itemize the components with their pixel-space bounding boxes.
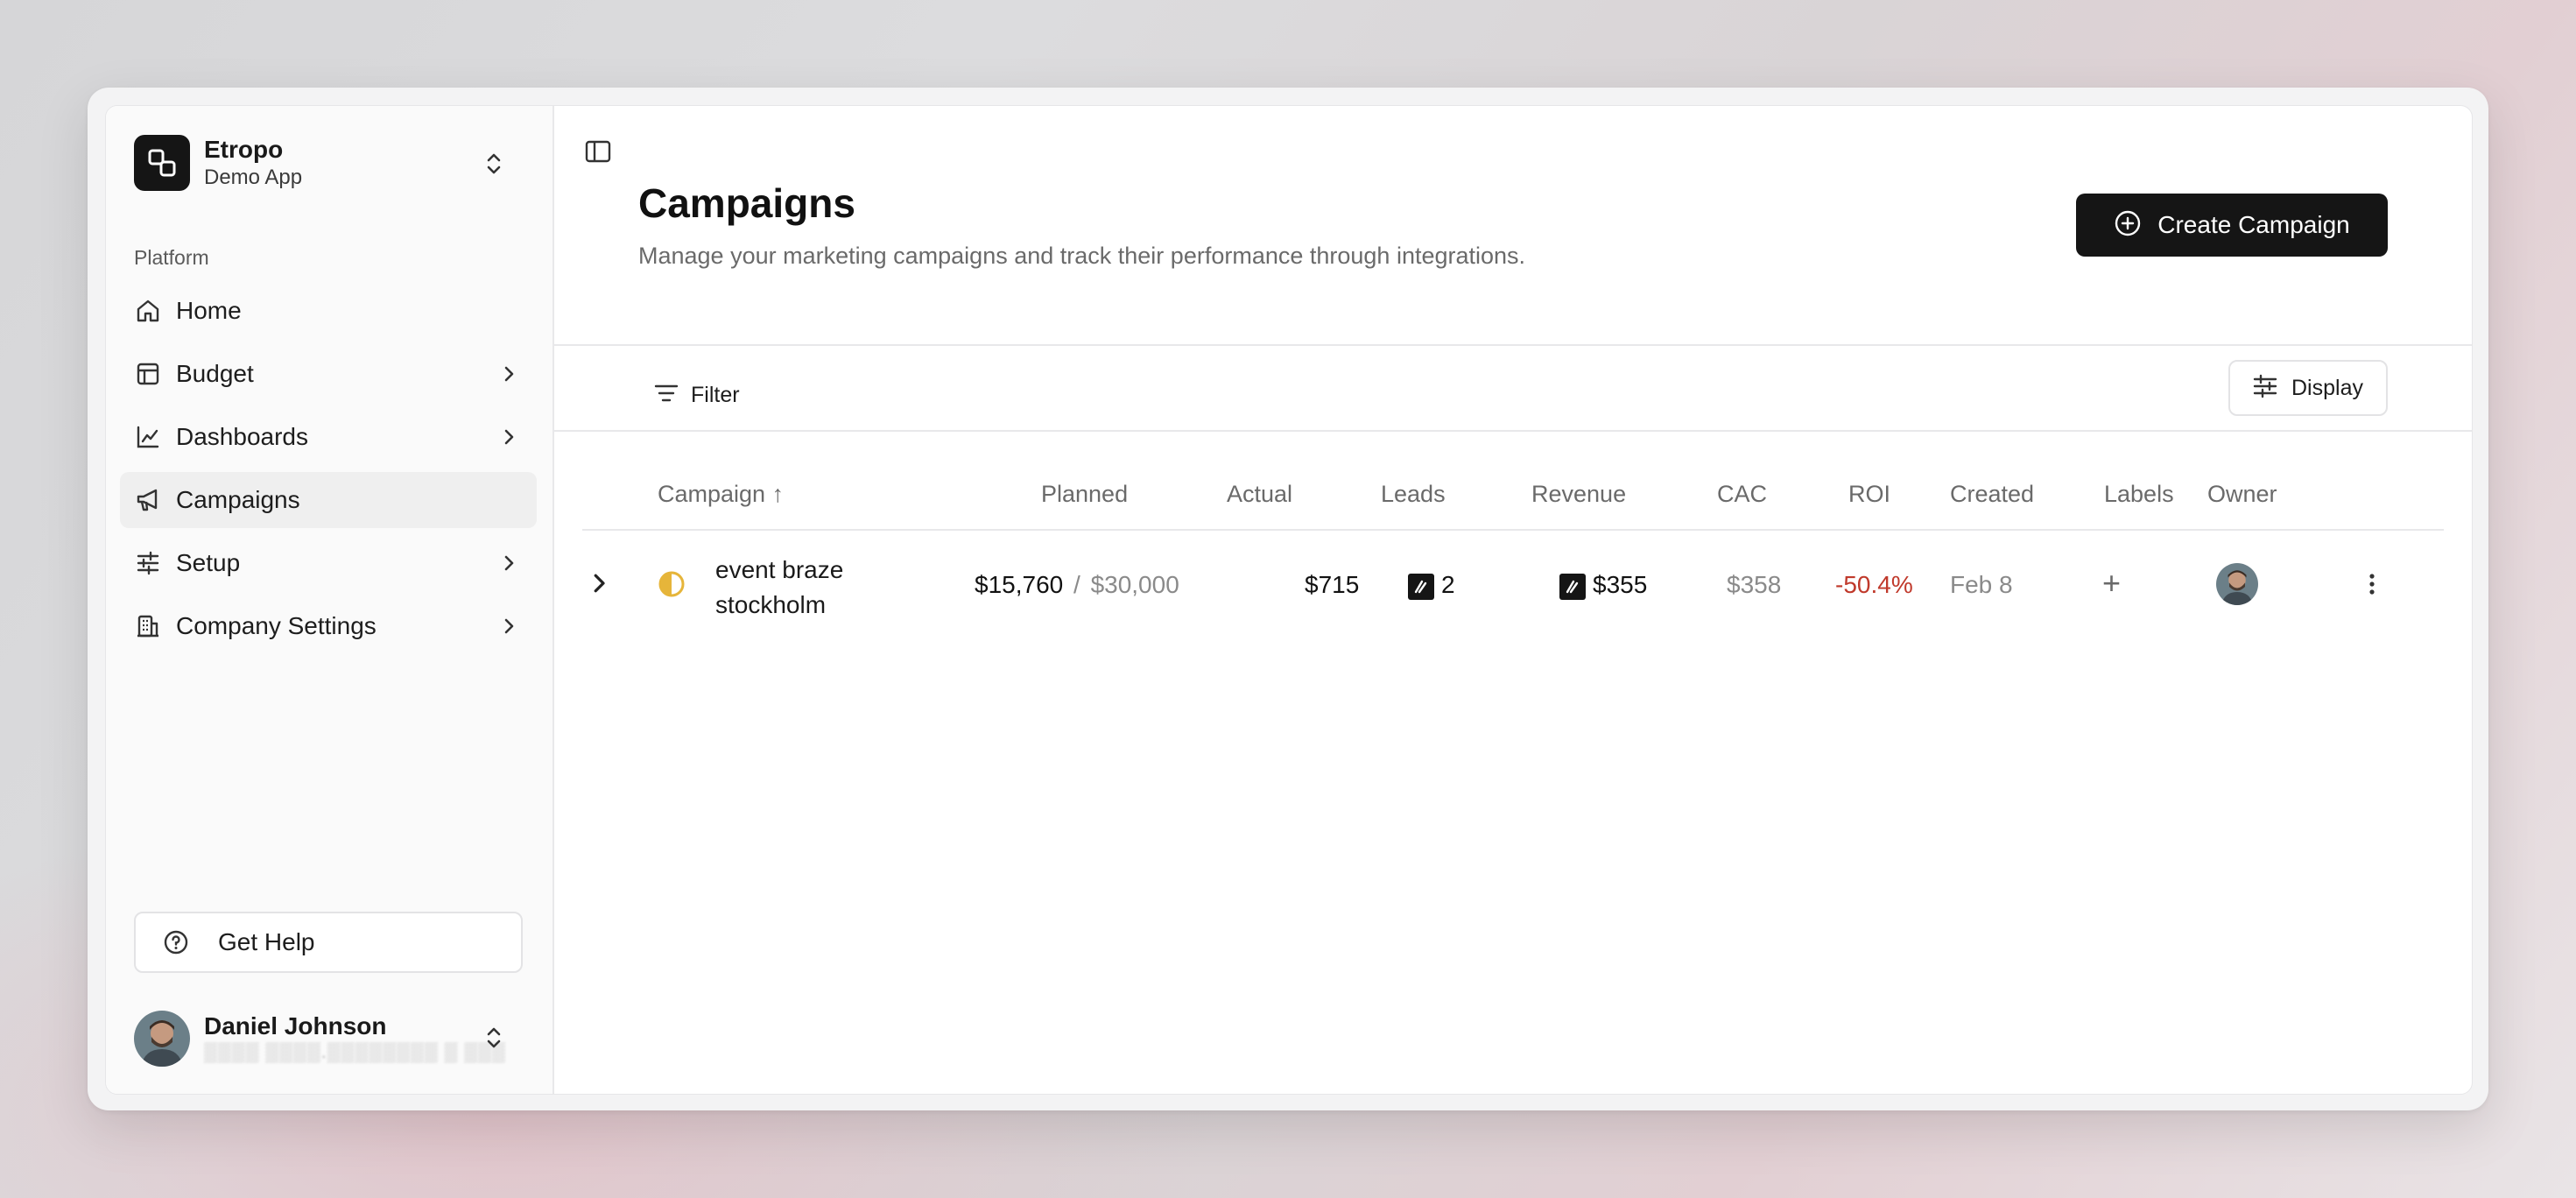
roi-value: -50.4% bbox=[1835, 571, 1913, 598]
expand-row-chevron-icon[interactable] bbox=[586, 570, 612, 603]
sidebar-item-home[interactable]: Home bbox=[120, 283, 537, 339]
integration-logo-icon bbox=[1559, 573, 1586, 600]
column-header-campaign[interactable]: Campaign ↑ bbox=[658, 481, 784, 508]
filter-icon bbox=[652, 379, 680, 412]
plus-circle-icon bbox=[2114, 209, 2142, 242]
user-name: Daniel Johnson bbox=[204, 1012, 387, 1039]
column-header-cac[interactable]: CAC bbox=[1717, 481, 1767, 508]
megaphone-icon bbox=[134, 486, 162, 514]
integration-logo-icon bbox=[1408, 573, 1434, 600]
sidebar-item-label: Budget bbox=[176, 360, 254, 387]
main-content: Campaigns Manage your marketing campaign… bbox=[554, 106, 2472, 1094]
column-header-actual[interactable]: Actual bbox=[1227, 481, 1292, 508]
cac-value: $358 bbox=[1727, 571, 1782, 598]
divider bbox=[554, 430, 2472, 432]
sliders-icon bbox=[134, 549, 162, 577]
display-button[interactable]: Display bbox=[2228, 360, 2388, 416]
revenue-value: $355 bbox=[1593, 571, 1648, 598]
brand-logo-icon bbox=[134, 135, 190, 191]
sidebar-item-setup[interactable]: Setup bbox=[120, 535, 537, 591]
chart-line-icon bbox=[134, 423, 162, 451]
chevrons-up-down-icon[interactable] bbox=[482, 150, 505, 182]
table-header-divider bbox=[582, 529, 2444, 531]
table-icon bbox=[134, 360, 162, 388]
planned-total: $30,000 bbox=[1090, 571, 1179, 598]
sidebar-item-budget[interactable]: Budget bbox=[120, 346, 537, 402]
campaign-name[interactable]: event braze stockholm bbox=[715, 553, 843, 623]
page-title: Campaigns bbox=[638, 180, 855, 226]
sliders-icon bbox=[2251, 372, 2279, 405]
page-subtitle: Manage your marketing campaigns and trac… bbox=[638, 243, 1526, 269]
row-more-options-icon[interactable] bbox=[2365, 570, 2379, 604]
sidebar-item-company-settings[interactable]: Company Settings bbox=[120, 598, 537, 654]
chevron-right-icon bbox=[498, 616, 519, 641]
status-half-circle-icon bbox=[658, 570, 686, 604]
user-email-redacted: ▒▒▒▒ ▒▒▒▒.▒▒▒▒▒▒▒▒ ▒ ▒▒▒ bbox=[204, 1042, 506, 1062]
home-icon bbox=[134, 297, 162, 325]
leads-value: 2 bbox=[1441, 571, 1455, 598]
sidebar-item-dashboards[interactable]: Dashboards bbox=[120, 409, 537, 465]
sidebar-nav: Home Budget Dashboards Campaigns Setup C… bbox=[120, 283, 537, 661]
sidebar-item-label: Campaigns bbox=[176, 486, 300, 513]
app-window: Etropo Demo App Platform Home Budget Das… bbox=[105, 105, 2473, 1095]
planned-spent: $15,760 bbox=[975, 571, 1064, 598]
actual-value: $715 bbox=[1305, 571, 1360, 598]
owner-avatar[interactable] bbox=[2216, 563, 2258, 611]
add-label-button[interactable]: + bbox=[2102, 565, 2121, 602]
planned-cell: $15,760 / $30,000 bbox=[975, 571, 1179, 599]
help-circle-icon bbox=[162, 928, 190, 956]
sidebar-toggle-icon[interactable] bbox=[584, 137, 614, 167]
user-menu[interactable]: Daniel Johnson ▒▒▒▒ ▒▒▒▒.▒▒▒▒▒▒▒▒ ▒ ▒▒▒ bbox=[134, 1008, 524, 1069]
chevron-right-icon bbox=[498, 553, 519, 578]
leads-value-cell: 2 bbox=[1408, 571, 1455, 600]
chevron-right-icon bbox=[498, 363, 519, 389]
workspace-switcher[interactable]: Etropo Demo App bbox=[134, 134, 524, 192]
create-campaign-label: Create Campaign bbox=[2157, 211, 2350, 238]
filter-label: Filter bbox=[691, 382, 740, 407]
sidebar-item-label: Company Settings bbox=[176, 612, 377, 639]
divider bbox=[554, 344, 2472, 346]
column-header-leads[interactable]: Leads bbox=[1381, 481, 1446, 508]
get-help-label: Get Help bbox=[218, 928, 315, 955]
sidebar-item-label: Dashboards bbox=[176, 423, 308, 450]
chevron-right-icon bbox=[498, 426, 519, 452]
created-date: Feb 8 bbox=[1950, 571, 2013, 598]
column-header-owner[interactable]: Owner bbox=[2207, 481, 2277, 508]
planned-separator: / bbox=[1073, 571, 1080, 598]
sort-arrow-up-icon: ↑ bbox=[771, 481, 785, 507]
sidebar: Etropo Demo App Platform Home Budget Das… bbox=[106, 106, 554, 1094]
revenue-value-cell: $355 bbox=[1559, 571, 1647, 600]
avatar bbox=[134, 1011, 190, 1067]
sidebar-section-label: Platform bbox=[134, 246, 209, 269]
sidebar-item-label: Home bbox=[176, 297, 242, 324]
brand-name: Etropo bbox=[204, 136, 284, 163]
chevrons-up-down-icon[interactable] bbox=[482, 1024, 505, 1056]
sidebar-item-label: Setup bbox=[176, 549, 241, 576]
get-help-button[interactable]: Get Help bbox=[134, 912, 523, 973]
column-header-planned[interactable]: Planned bbox=[1041, 481, 1128, 508]
column-header-labels[interactable]: Labels bbox=[2104, 481, 2174, 508]
brand-subtitle: Demo App bbox=[204, 166, 303, 189]
column-header-created[interactable]: Created bbox=[1950, 481, 2034, 508]
filter-button[interactable]: Filter bbox=[652, 369, 740, 421]
building-icon bbox=[134, 612, 162, 640]
column-header-roi[interactable]: ROI bbox=[1848, 481, 1890, 508]
sidebar-item-campaigns[interactable]: Campaigns bbox=[120, 472, 537, 528]
create-campaign-button[interactable]: Create Campaign bbox=[2076, 194, 2388, 257]
column-header-revenue[interactable]: Revenue bbox=[1531, 481, 1626, 508]
display-label: Display bbox=[2291, 375, 2363, 400]
